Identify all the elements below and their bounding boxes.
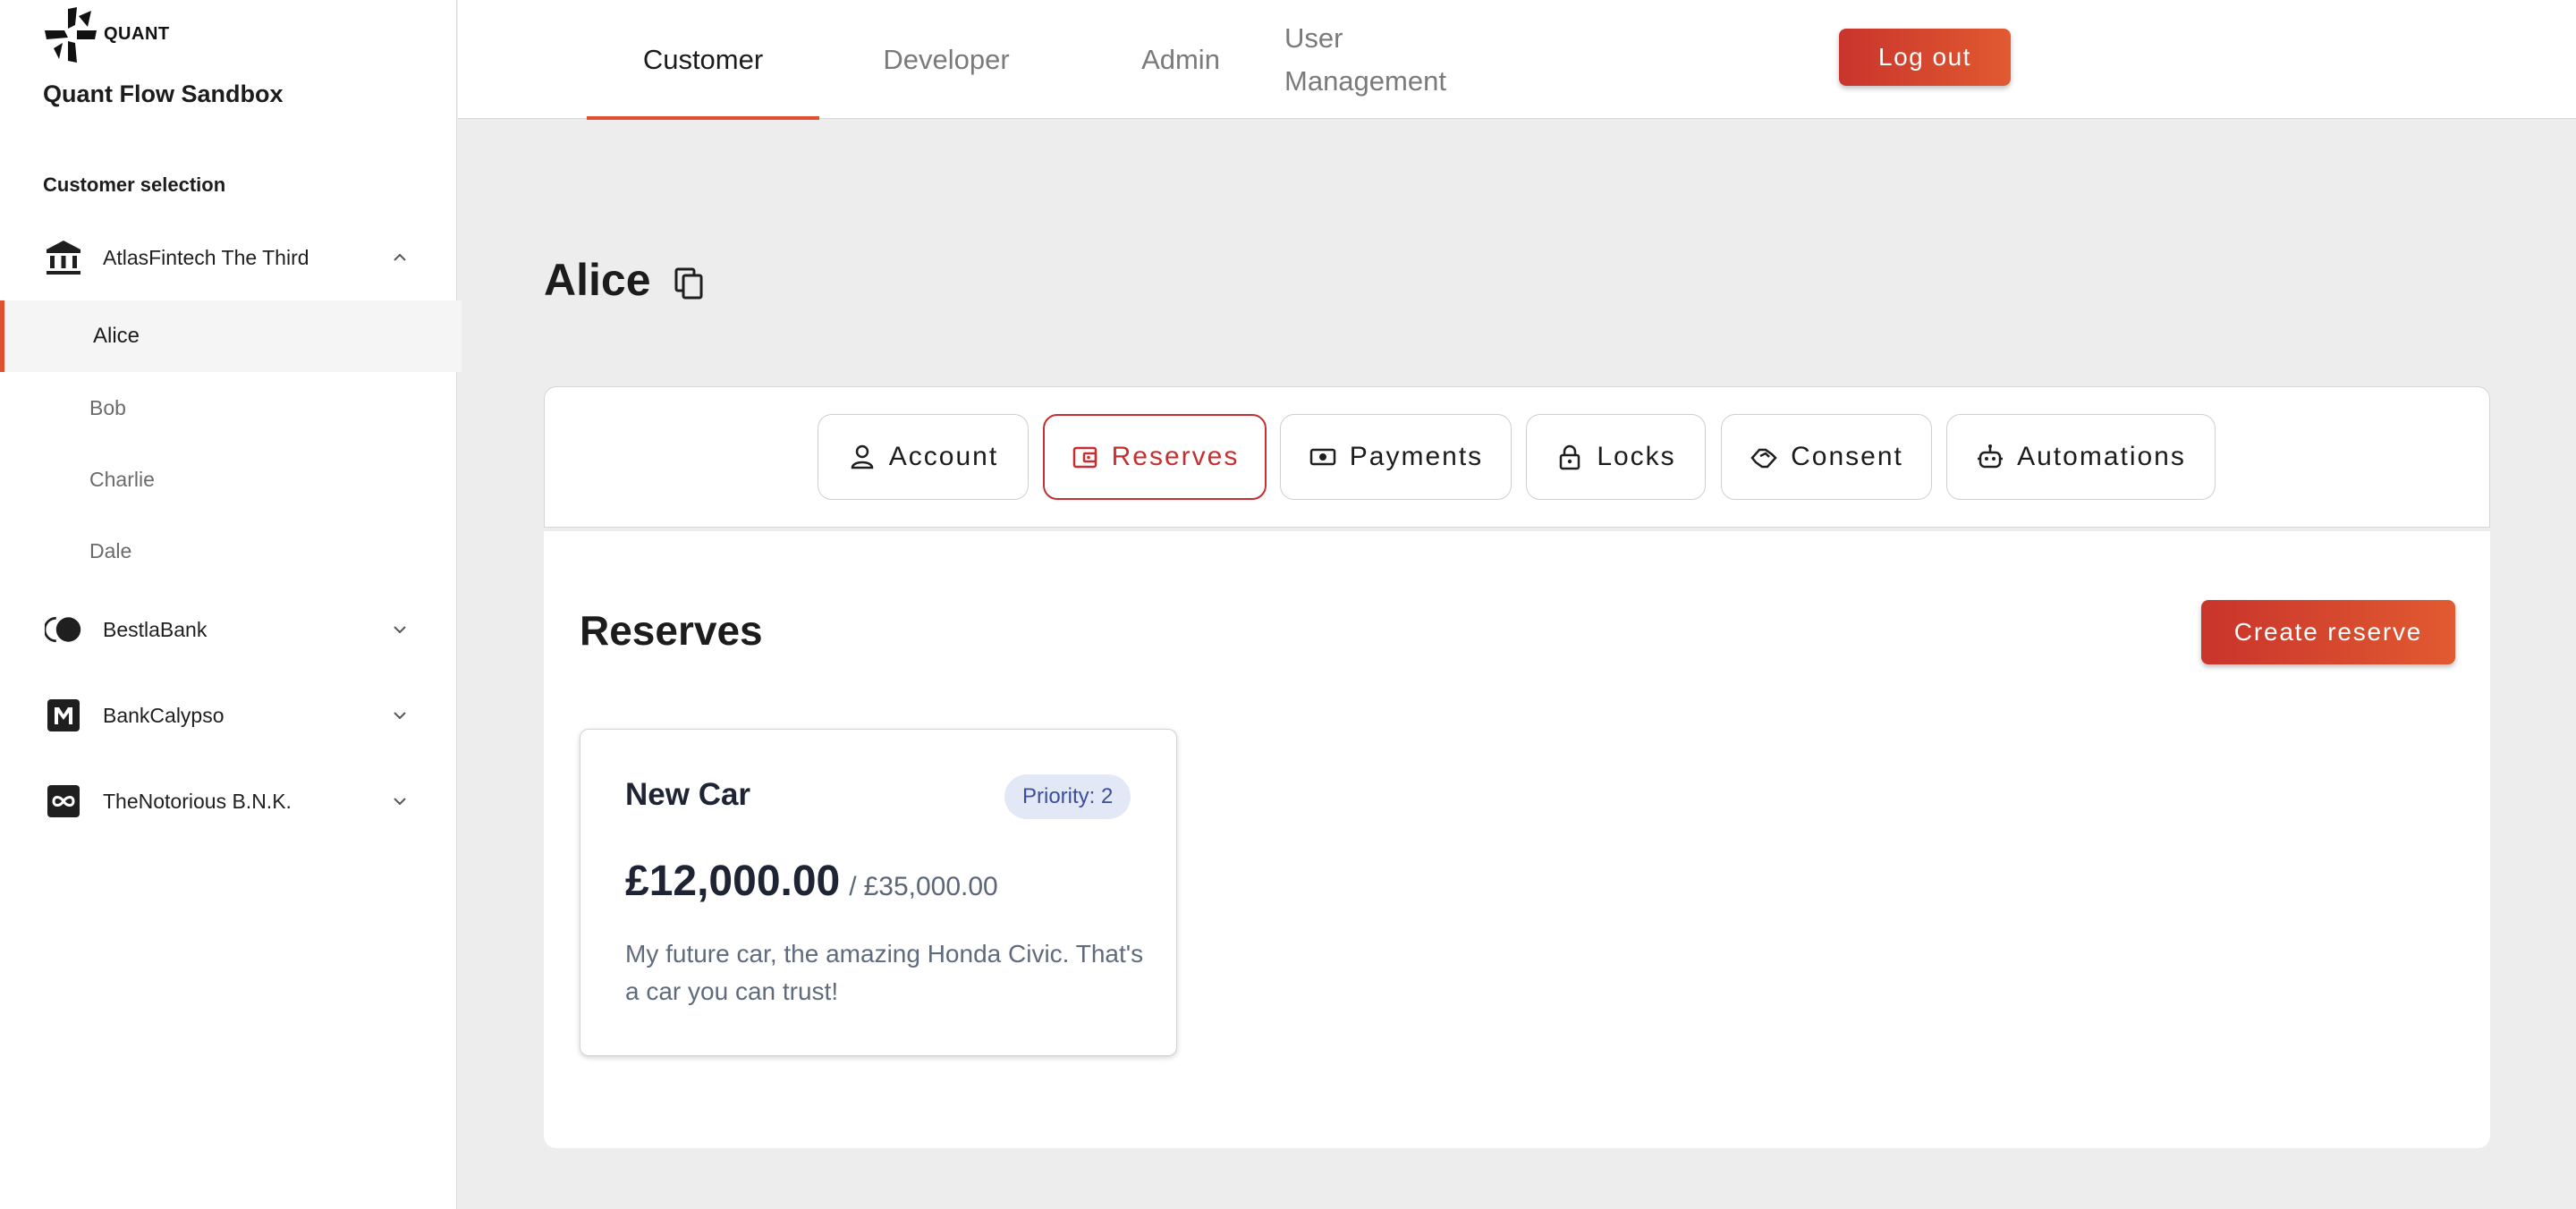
chevron-down-icon <box>394 626 406 634</box>
toggle-circle-icon <box>45 611 82 648</box>
amount-separator: / <box>849 872 857 901</box>
brand-logo: QUANT <box>41 4 170 66</box>
bank-label: BankCalypso <box>103 703 225 727</box>
customer-label: Bob <box>89 395 126 419</box>
reserve-description: My future car, the amazing Honda Civic. … <box>625 940 1144 1005</box>
tab-payments[interactable]: Payments <box>1280 414 1512 500</box>
tab-account[interactable]: Account <box>818 414 1029 500</box>
tab-label: Admin <box>1141 43 1220 75</box>
tab-label: Customer <box>642 43 764 75</box>
reserve-name: New Car <box>625 777 751 812</box>
infinity-icon <box>45 782 82 820</box>
tab-label: Consent <box>1791 442 1903 471</box>
reserve-amounts: £12,000.00 / £35,000.00 <box>625 857 998 906</box>
bank-item-thenotorious[interactable]: TheNotorious B.N.K. <box>0 769 457 833</box>
quant-logo-icon <box>45 7 97 63</box>
tab-consent[interactable]: Consent <box>1721 414 1932 500</box>
m-logo-icon <box>45 697 82 734</box>
customer-label: Charlie <box>89 467 155 491</box>
customer-selection-label: Customer selection <box>43 173 226 196</box>
bank-label: TheNotorious B.N.K. <box>103 789 292 813</box>
tab-locks[interactable]: Locks <box>1526 414 1706 500</box>
reserve-current-amount: £12,000.00 <box>625 858 841 905</box>
tab-label: Locks <box>1597 442 1676 471</box>
reserves-section-title: Reserves <box>580 607 763 654</box>
robot-icon <box>1978 444 2004 469</box>
tab-label: Payments <box>1349 442 1484 471</box>
tab-label: Developer <box>883 43 1010 75</box>
handshake-icon <box>1750 448 1777 469</box>
banknote-icon <box>1309 448 1336 466</box>
customer-item-charlie[interactable]: Charlie <box>0 444 462 515</box>
customer-item-alice[interactable]: Alice <box>0 300 462 372</box>
copy-icon[interactable] <box>673 266 707 300</box>
bank-item-bestlabank[interactable]: BestlaBank <box>0 597 457 662</box>
page-title: Alice <box>544 255 651 305</box>
chevron-down-icon <box>394 712 406 720</box>
customer-item-bob[interactable]: Bob <box>0 372 462 444</box>
tab-admin[interactable]: Admin <box>1073 0 1288 119</box>
app-title: Quant Flow Sandbox <box>43 80 284 107</box>
reserve-card[interactable]: New Car Priority: 2 £12,000.00 / £35,000… <box>580 729 1177 1056</box>
chevron-down-icon <box>394 798 406 806</box>
logout-button[interactable]: Log out <box>1839 29 2011 86</box>
lock-icon <box>1560 444 1580 470</box>
tab-reserves[interactable]: Reserves <box>1043 414 1267 500</box>
wallet-icon <box>1072 446 1097 469</box>
customer-label: Dale <box>89 538 132 562</box>
logo-text: QUANT <box>104 23 170 44</box>
bank-item-bankcalypso[interactable]: BankCalypso <box>0 683 457 748</box>
bank-label: BestlaBank <box>103 617 208 641</box>
reserve-target-amount: £35,000.00 <box>863 872 998 901</box>
chevron-up-icon <box>394 253 406 261</box>
bank-label: AtlasFintech The Third <box>103 245 309 269</box>
priority-badge: Priority: 2 <box>1004 774 1131 819</box>
tab-label-line1: User <box>1284 21 1343 54</box>
bank-item-atlasfintech[interactable]: AtlasFintech The Third <box>0 225 457 290</box>
customer-item-dale[interactable]: Dale <box>0 515 462 587</box>
tab-customer[interactable]: Customer <box>587 0 819 120</box>
tab-automations[interactable]: Automations <box>1946 414 2216 500</box>
create-reserve-button[interactable]: Create reserve <box>2201 600 2455 664</box>
customer-label: Alice <box>93 324 140 348</box>
tab-user-management[interactable]: User Management <box>1284 0 1499 119</box>
tab-label: Account <box>888 442 999 471</box>
tab-label: Automations <box>2017 442 2186 471</box>
person-icon <box>851 444 874 469</box>
top-navigation: Customer Developer Admin User Management… <box>458 0 2576 120</box>
bank-building-icon <box>45 239 82 276</box>
tab-developer[interactable]: Developer <box>819 0 1073 119</box>
tab-label-line2: Management <box>1284 64 1446 97</box>
sidebar: QUANT Quant Flow Sandbox Customer select… <box>0 0 462 1209</box>
tab-label: Reserves <box>1111 442 1240 471</box>
